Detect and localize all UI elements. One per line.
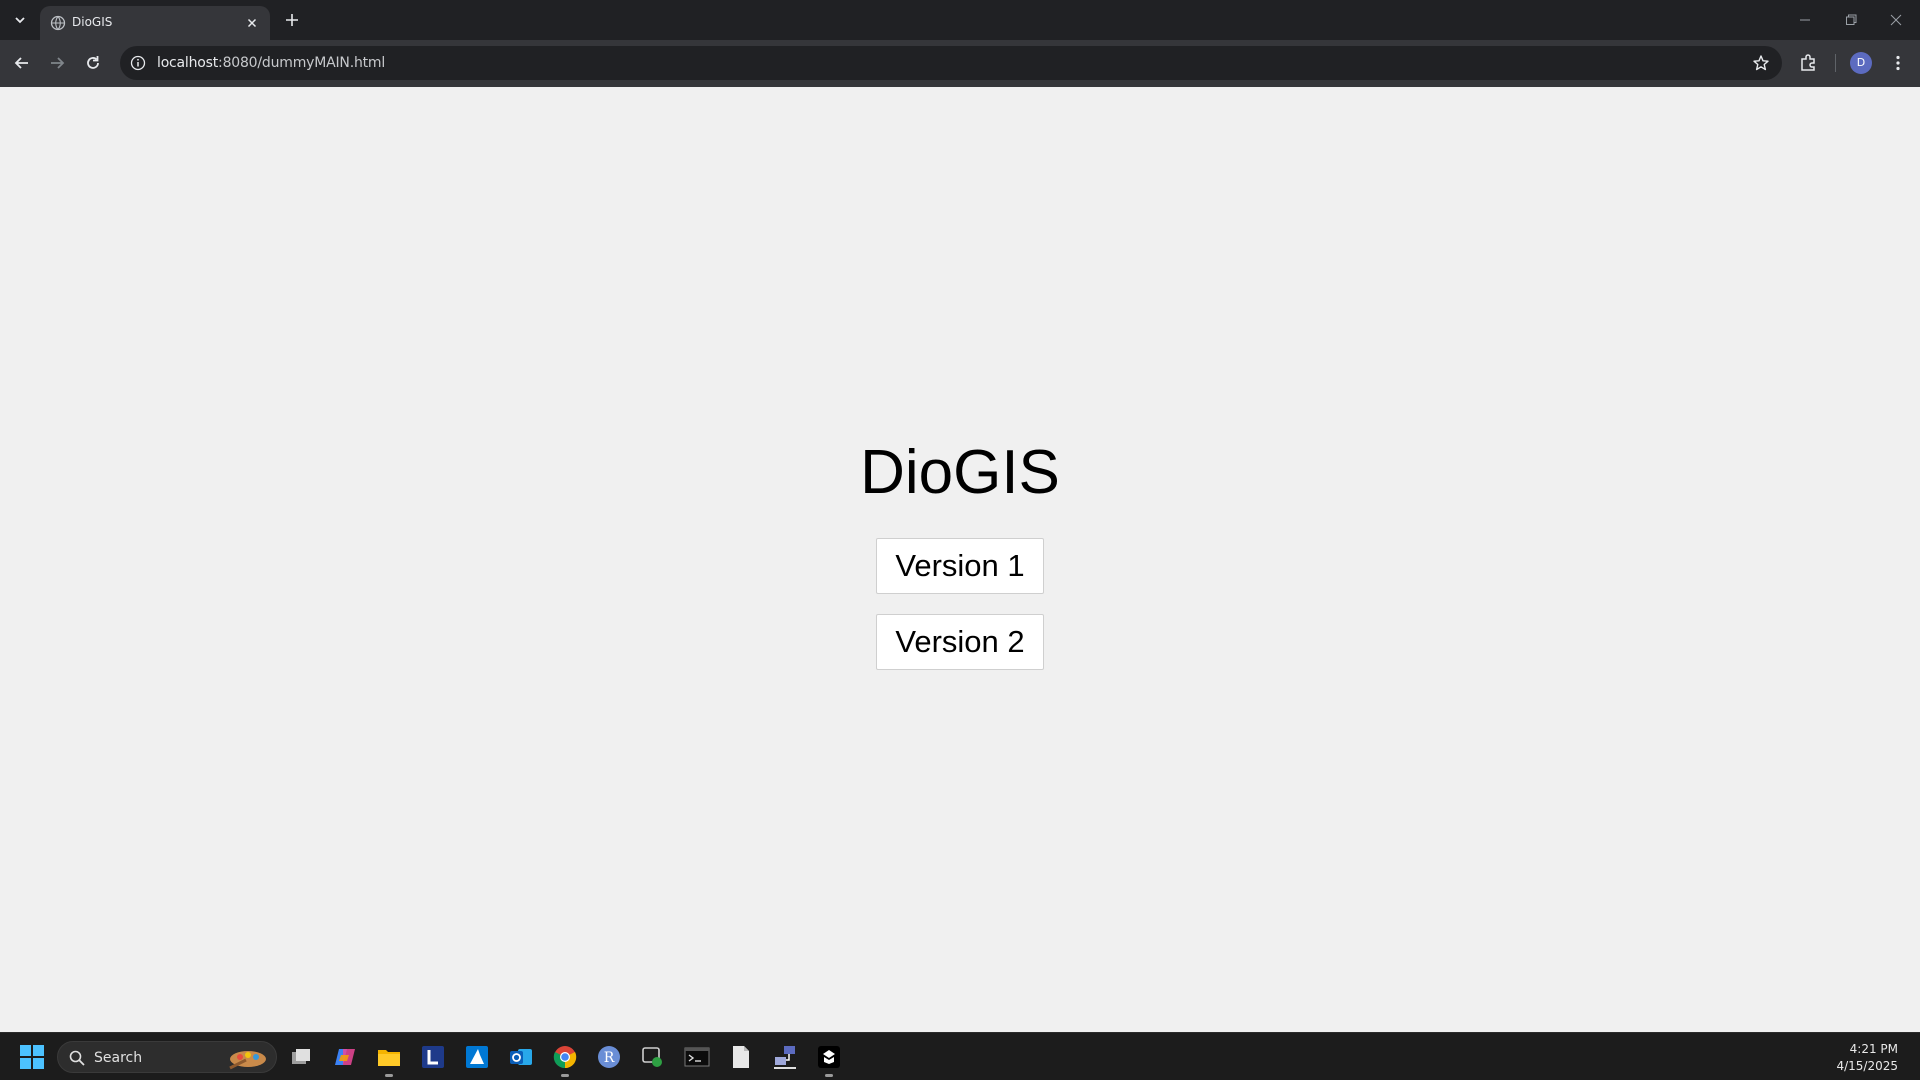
chrome-icon[interactable] <box>551 1043 579 1077</box>
reload-icon[interactable] <box>82 52 104 74</box>
search-placeholder: Search <box>94 1050 143 1066</box>
tab-title: DioGIS <box>72 15 113 29</box>
task-view-icon[interactable] <box>287 1043 315 1071</box>
network-icon[interactable] <box>771 1043 799 1071</box>
page-title: DioGIS <box>860 438 1060 507</box>
site-info-icon[interactable] <box>130 55 146 71</box>
search-highlight-icon <box>226 1046 268 1070</box>
taskbar-search-box[interactable]: Search <box>57 1041 277 1073</box>
version-1-button[interactable]: Version 1 <box>876 538 1044 594</box>
kebab-menu-icon[interactable] <box>1888 53 1908 73</box>
page-viewport: DioGIS Version 1 Version 2 <box>0 87 1920 1032</box>
extensions-puzzle-icon[interactable] <box>1797 51 1819 73</box>
system-clock[interactable]: 4:21 PM 4/15/2025 <box>1836 1041 1898 1075</box>
svg-text:R: R <box>604 1050 615 1066</box>
running-indicator <box>561 1074 569 1077</box>
browser-tab-active[interactable]: DioGIS <box>40 6 270 40</box>
url-path: :8080/dummyMAIN.html <box>218 55 386 71</box>
outlook-icon[interactable] <box>507 1043 535 1071</box>
running-indicator <box>385 1074 393 1077</box>
windows-start-icon[interactable] <box>18 1043 46 1071</box>
close-tab-icon[interactable] <box>244 15 260 31</box>
windows-taskbar: Search R 4:21 PM 4/15/2025 <box>0 1032 1920 1080</box>
browser-tab-strip: DioGIS <box>0 0 1920 40</box>
forward-arrow-icon[interactable] <box>46 52 68 74</box>
globe-icon <box>50 15 66 31</box>
r-icon[interactable]: R <box>595 1043 623 1071</box>
clock-time: 4:21 PM <box>1849 1042 1898 1056</box>
file-explorer-icon[interactable] <box>375 1043 403 1077</box>
l-app-icon[interactable] <box>419 1043 447 1071</box>
azure-icon[interactable] <box>463 1043 491 1071</box>
copilot-icon[interactable] <box>331 1043 359 1071</box>
restore-icon[interactable] <box>1841 10 1861 30</box>
running-indicator <box>825 1074 833 1077</box>
new-tab-plus-icon[interactable] <box>282 10 302 30</box>
inkscape-icon[interactable] <box>815 1043 843 1077</box>
address-url: localhost:8080/dummyMAIN.html <box>157 55 385 71</box>
version-2-button[interactable]: Version 2 <box>876 614 1044 670</box>
tab-search-chevron-icon[interactable] <box>8 8 32 32</box>
address-bar[interactable]: localhost:8080/dummyMAIN.html <box>120 46 1782 80</box>
bookmark-star-icon[interactable] <box>1752 54 1770 72</box>
browser-toolbar: localhost:8080/dummyMAIN.html D <box>0 40 1920 87</box>
back-arrow-icon[interactable] <box>11 52 33 74</box>
close-window-icon[interactable] <box>1886 10 1906 30</box>
terminal-icon[interactable] <box>683 1043 711 1071</box>
clock-date: 4/15/2025 <box>1836 1059 1898 1073</box>
notepad-icon[interactable] <box>727 1043 755 1071</box>
profile-avatar[interactable]: D <box>1850 52 1872 74</box>
rstudio-icon[interactable] <box>639 1043 667 1071</box>
search-icon <box>68 1049 86 1067</box>
url-host: localhost <box>157 55 219 71</box>
minimize-icon[interactable] <box>1795 10 1815 30</box>
toolbar-separator <box>1835 54 1836 72</box>
